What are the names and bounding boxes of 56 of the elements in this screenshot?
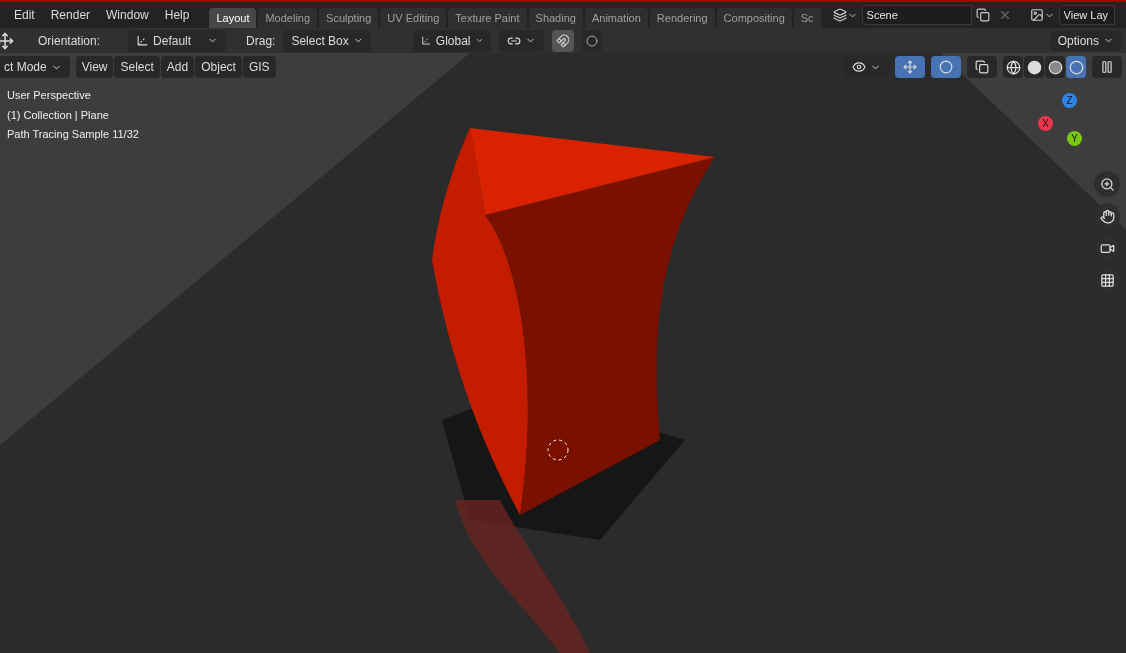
shaded-sphere-icon	[1047, 59, 1063, 75]
viewport-info-text: (1) Collection | Plane	[7, 107, 110, 123]
mode-dropdown[interactable]: ct Mode	[0, 56, 70, 78]
orientation-label: Orientation:	[38, 32, 101, 50]
viewport-menu-item[interactable]: Object	[195, 56, 242, 78]
workspace-tab[interactable]: Compositing	[716, 8, 792, 28]
gizmo-arrows-icon	[903, 60, 917, 74]
zoom-icon	[1099, 176, 1115, 192]
workspace-tab[interactable]: Animation	[584, 8, 648, 28]
copy-icon[interactable]	[975, 8, 990, 22]
xray-toggle[interactable]	[967, 56, 997, 78]
viewport-menu-item[interactable]: GIS	[242, 56, 276, 78]
grid-icon	[1099, 272, 1115, 288]
workspace-tab[interactable]: Modeling	[258, 8, 318, 28]
viewport-menu-item[interactable]: Add	[160, 56, 195, 78]
overlay-toggle[interactable]	[931, 56, 961, 78]
workspace-tab[interactable]: Layout	[209, 8, 257, 28]
solid-sphere-icon	[1026, 59, 1042, 75]
shading-mode-button[interactable]	[1066, 56, 1086, 78]
axes-icon	[421, 34, 432, 47]
snap-toggle[interactable]	[552, 29, 575, 52]
drag-label: Drag:	[246, 32, 276, 50]
move-icon[interactable]	[0, 31, 14, 50]
pause-icon	[1100, 60, 1114, 74]
menu-item[interactable]: Edit	[8, 6, 41, 24]
viewport-menu-item[interactable]: Select	[114, 56, 160, 78]
workspace-tab[interactable]: UV Editing	[380, 8, 447, 28]
transform-orientation-dropdown[interactable]: Global	[413, 29, 492, 52]
pivot-link-button[interactable]	[499, 29, 545, 52]
menu-item[interactable]: Render	[44, 6, 97, 24]
workspace-tab[interactable]: Sculpting	[319, 8, 379, 28]
scene-field[interactable]: Scene	[861, 5, 972, 25]
viewport-menu-item[interactable]: View	[75, 56, 114, 78]
hand-icon	[1099, 208, 1115, 224]
options-dropdown[interactable]: Options	[1049, 30, 1122, 51]
magnet-icon	[556, 33, 571, 48]
viewport-info-text: Path Tracing Sample 11/32	[7, 127, 139, 142]
workspace-tab[interactable]: Texture Paint	[448, 8, 527, 28]
drag-dropdown[interactable]: Select Box	[283, 29, 372, 52]
menu-item[interactable]: Help	[158, 6, 196, 24]
eye-icon	[852, 60, 866, 74]
squares-icon	[975, 60, 989, 74]
workspace-tab[interactable]: Sc	[793, 8, 821, 28]
menu-item[interactable]: Window	[100, 6, 155, 24]
view-layer-field[interactable]: View Lay	[1058, 5, 1115, 25]
shading-mode-button[interactable]	[1003, 56, 1023, 78]
proportional-toggle[interactable]	[582, 29, 603, 52]
pause-button[interactable]	[1092, 56, 1122, 78]
shading-mode-button[interactable]	[1045, 56, 1065, 78]
gizmo-toggle[interactable]	[895, 56, 925, 78]
wireframe-sphere-icon	[1005, 59, 1021, 75]
workspace-tab[interactable]: Rendering	[649, 8, 715, 28]
viewport-info-text: User Perspective	[7, 88, 92, 103]
workspace-tab[interactable]: Shading	[528, 8, 583, 28]
shading-mode-button[interactable]	[1024, 56, 1044, 78]
orientation-dropdown[interactable]: Default	[128, 29, 227, 52]
